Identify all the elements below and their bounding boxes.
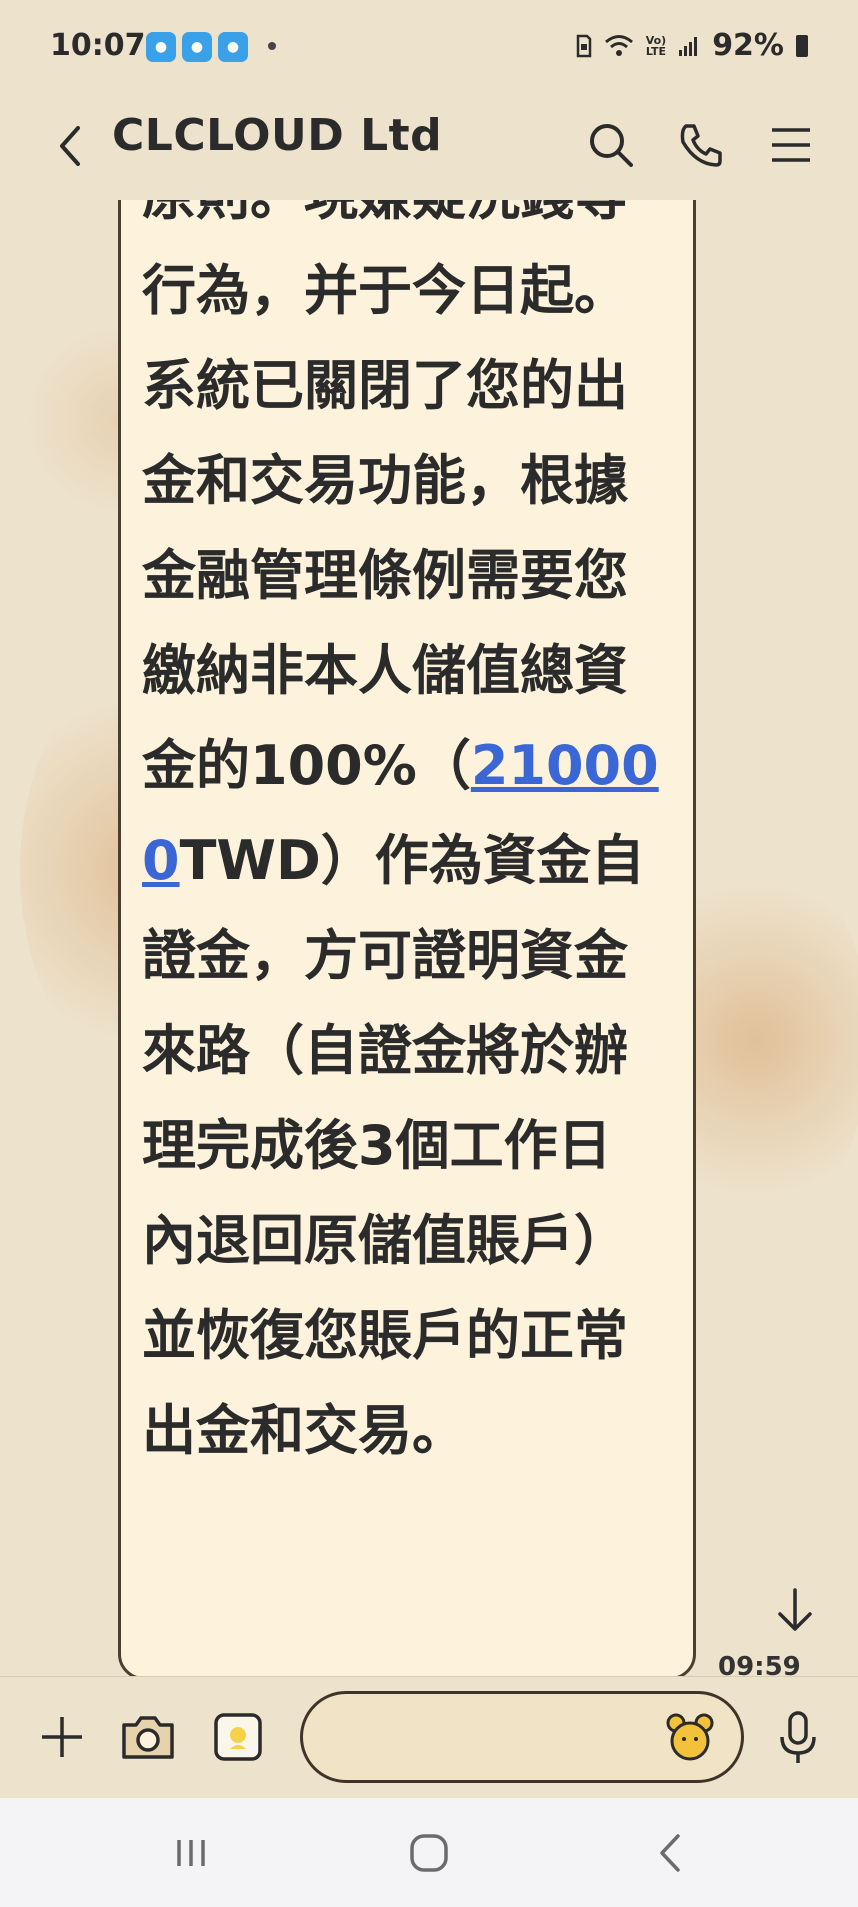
chat-title: CLCLOUD Ltd <box>112 110 443 161</box>
microphone-icon[interactable] <box>760 1699 836 1775</box>
more-notifications-dot-icon <box>268 42 276 50</box>
battery-icon <box>796 34 808 57</box>
recent-apps-icon[interactable] <box>156 1820 226 1886</box>
back-button[interactable] <box>42 116 102 176</box>
status-bar: 10:07 ● ● ● Vo) LTE 92% <box>0 0 858 96</box>
battery-percent: 92% <box>712 28 784 63</box>
chat-notification-icon: ● <box>146 32 176 62</box>
plus-icon[interactable] <box>24 1699 100 1775</box>
system-navigation-bar <box>0 1798 858 1907</box>
chat-header: CLCLOUD Ltd <box>0 96 858 200</box>
scroll-to-bottom-button[interactable] <box>765 1580 825 1640</box>
chat-message-list[interactable]: 原則。現嫌疑洗錢等行為，并于今日起。系統已關閉了您的出金和交易功能，根據金融管理… <box>0 200 858 1676</box>
status-indicators: Vo) LTE 92% <box>576 28 808 63</box>
sim-card-icon <box>576 34 591 57</box>
message-text: 原則。現嫌疑洗錢等行為，并于今日起。系統已關閉了您的出金和交易功能，根據金融管理… <box>142 200 659 1462</box>
hamburger-menu-icon[interactable] <box>756 110 826 180</box>
wifi-icon <box>604 34 633 56</box>
photo-icon[interactable] <box>200 1699 276 1775</box>
camera-icon[interactable] <box>110 1699 186 1775</box>
status-time: 10:07 <box>50 28 146 63</box>
phone-icon[interactable] <box>666 110 736 180</box>
chat-notification-icon: ● <box>218 32 248 62</box>
home-icon[interactable] <box>394 1820 464 1886</box>
nav-back-icon[interactable] <box>636 1820 706 1886</box>
bear-sticker-icon[interactable] <box>660 1707 720 1767</box>
message-input-bar <box>0 1676 858 1798</box>
volte-lte-icon: Vo) LTE <box>645 33 667 58</box>
chat-notification-icon: ● <box>182 32 212 62</box>
search-icon[interactable] <box>576 110 646 180</box>
signal-strength-icon <box>679 36 698 56</box>
message-timestamp: 09:59 <box>718 1652 801 1676</box>
